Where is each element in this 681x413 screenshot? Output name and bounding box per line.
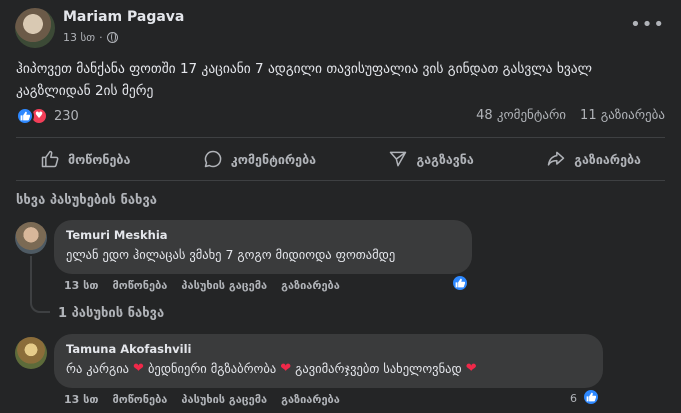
comment-time[interactable]: 13 სთ — [64, 279, 99, 292]
comment-meta: 13 სთ მოწონება პასუხის გაცემა გაზიარება — [64, 393, 340, 406]
comment-share-button[interactable]: გაზიარება — [281, 279, 340, 292]
author-avatar[interactable] — [15, 8, 55, 48]
post-time[interactable]: 13 სთ — [63, 31, 95, 44]
send-label: გაგზავნა — [416, 151, 474, 167]
share-button[interactable]: გაზიარება — [546, 142, 641, 176]
thumbs-up-icon — [455, 278, 465, 288]
globe-icon — [106, 32, 118, 43]
comment-like-button[interactable]: მოწონება — [113, 279, 168, 292]
divider — [16, 180, 665, 181]
comments-count[interactable]: 48 კომენტარი — [476, 108, 566, 123]
comment-share-button[interactable]: გაზიარება — [281, 393, 340, 406]
comment-text-part: ბედნიერი მგზაბრობა — [147, 361, 277, 376]
divider — [16, 137, 665, 138]
heart-icon: ❤ — [465, 361, 477, 376]
see-more-replies-link[interactable]: სხვა პასუხების ნახვა — [16, 193, 157, 208]
post-meta: 13 სთ · — [63, 31, 118, 44]
comment-text: ელან ედო ჰილაცას ვმახე 7 გოგო მიდიოდა ფო… — [66, 247, 460, 262]
meta-separator: · — [99, 31, 103, 44]
comment-like-count: 6 — [570, 392, 577, 405]
comment-reply-button[interactable]: პასუხის გაცემა — [181, 279, 267, 292]
post-text: ჰიპოვეთ მანქანა ფოთში 17 კაციანი 7 ადგილ… — [16, 61, 593, 99]
comment-bubble: Tamuna Akofashvili რა კარგია ❤ ბედნიერი … — [54, 334, 603, 388]
reply-thread-line — [30, 256, 50, 313]
comment-like-badge[interactable] — [582, 388, 600, 406]
heart-icon: ❤ — [280, 361, 292, 376]
share-icon — [547, 151, 565, 166]
comment-text-part: რა კარგია — [66, 361, 130, 376]
author-name[interactable]: Mariam Pagava — [63, 9, 184, 25]
comment-time[interactable]: 13 სთ — [64, 393, 99, 406]
comment-text-content: ელან ედო ჰილაცას ვმახე 7 გოგო მიდიოდა ფო… — [66, 247, 396, 262]
comment-button[interactable]: კომენტირება — [203, 142, 316, 176]
comment-like-badge[interactable] — [451, 274, 469, 292]
share-label: გაზიარება — [574, 151, 641, 167]
heart-icon: ❤ — [133, 361, 144, 376]
shares-count[interactable]: 11 გაზიარება — [580, 108, 665, 123]
comment-meta: 13 სთ მოწონება პასუხის გაცემა გაზიარება — [64, 279, 340, 292]
action-bar: მოწონება კომენტირება გაგზავნა გაზიარება — [16, 142, 665, 176]
view-replies-link[interactable]: 1 პასუხის ნახვა — [58, 306, 164, 321]
like-reaction-icon — [16, 107, 34, 125]
comment-bubble: Temuri Meskhia ელან ედო ჰილაცას ვმახე 7 … — [54, 220, 472, 274]
reaction-count: 230 — [54, 108, 79, 124]
post-stats: 48 კომენტარი 11 გაზიარება — [476, 108, 665, 123]
thumbs-up-icon — [586, 392, 596, 402]
thumbs-up-icon — [41, 150, 59, 168]
reaction-summary[interactable]: ♥ 230 — [16, 107, 79, 125]
comment-like-button[interactable]: მოწონება — [113, 393, 168, 406]
commenter-avatar[interactable] — [15, 222, 47, 254]
like-label: მოწონება — [68, 151, 131, 167]
more-icon[interactable]: ••• — [630, 14, 665, 35]
commenter-name[interactable]: Temuri Meskhia — [66, 228, 460, 242]
commenter-avatar[interactable] — [15, 337, 47, 369]
commenter-name[interactable]: Tamuna Akofashvili — [66, 342, 591, 356]
send-button[interactable]: გაგზავნა — [388, 142, 474, 176]
comment-icon — [204, 150, 222, 168]
comment-label: კომენტირება — [230, 151, 317, 167]
send-icon — [390, 151, 407, 167]
comment-text: რა კარგია ❤ ბედნიერი მგზაბრობა ❤ გავიმარ… — [66, 361, 591, 376]
comment-text-part: გავიმარჯვებთ სახელოვნად — [295, 361, 462, 376]
comment-reply-button[interactable]: პასუხის გაცემა — [181, 393, 267, 406]
like-button[interactable]: მოწონება — [40, 142, 130, 176]
